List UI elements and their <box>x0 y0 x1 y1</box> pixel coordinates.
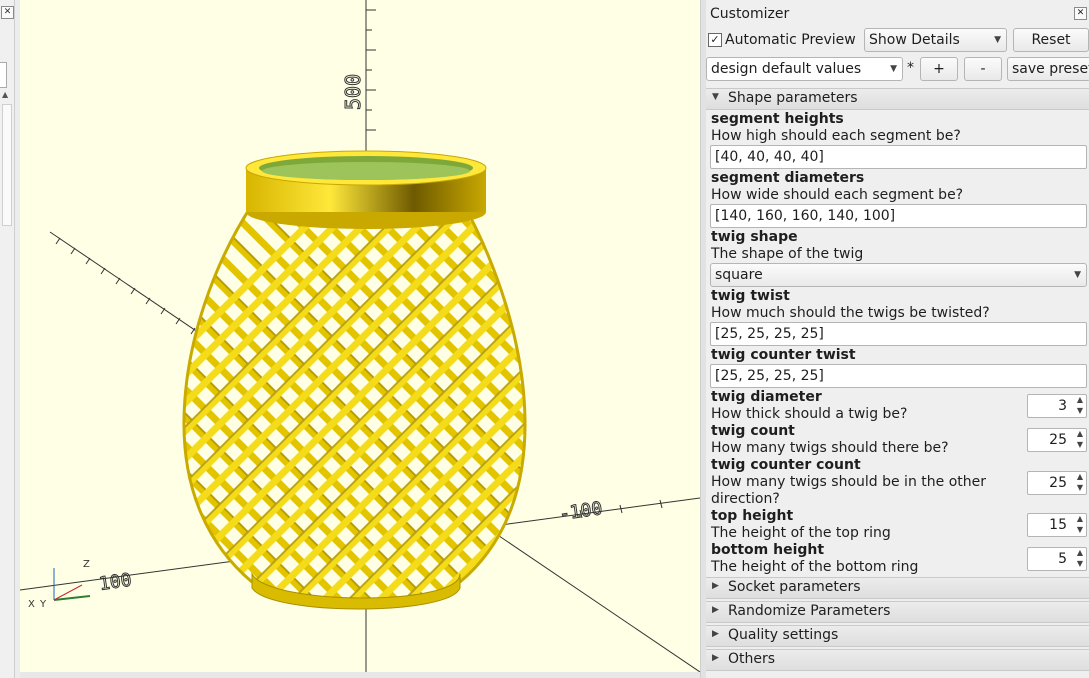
param-description: The shape of the twig <box>711 246 864 262</box>
section-label: Randomize Parameters <box>728 603 891 619</box>
chevron-down-icon: ▼ <box>890 64 897 74</box>
show-details-select[interactable]: Show Details ▼ <box>864 28 1007 52</box>
segment-diameters-input[interactable]: [140, 160, 160, 140, 100] <box>710 204 1087 228</box>
param-description: How high should each segment be? <box>711 128 961 144</box>
spinbox-value: 25 <box>1049 432 1067 448</box>
param-name: twig diameter <box>711 389 822 405</box>
param-name: bottom height <box>711 542 825 558</box>
spinbox-value: 5 <box>1058 551 1067 567</box>
gizmo-y-label: Y <box>39 599 47 610</box>
show-details-value: Show Details <box>869 32 960 48</box>
x-axis-value-label: 100 <box>98 570 133 595</box>
spinbox-value: 3 <box>1058 398 1067 414</box>
param-description: How wide should each segment be? <box>711 187 964 203</box>
twig-twist-input[interactable]: [25, 25, 25, 25] <box>710 322 1087 346</box>
scroll-up-icon[interactable]: ▲ <box>2 90 8 99</box>
spin-up-icon[interactable]: ▲ <box>1077 548 1083 557</box>
top-ring <box>245 150 487 229</box>
collapsed-triangle-icon: ▶ <box>712 653 719 663</box>
scrollbar-thumb[interactable] <box>2 104 12 226</box>
chevron-down-icon: ▼ <box>994 35 1001 45</box>
param-description: How much should the twigs be twisted? <box>711 305 990 321</box>
vase-render: 500 -100 100 Z X Y <box>20 0 700 672</box>
section-others[interactable]: ▶ Others <box>706 649 1089 671</box>
section-randomize-parameters[interactable]: ▶ Randomize Parameters <box>706 601 1089 623</box>
param-name: twig count <box>711 423 795 439</box>
left-dock-strip: ✕ ▲ <box>0 0 15 678</box>
preset-modified-marker: * <box>907 60 914 76</box>
collapsed-triangle-icon: ▶ <box>712 605 719 615</box>
section-shape-parameters[interactable]: ▼ Shape parameters <box>706 88 1089 110</box>
z-axis-value-label: 500 <box>341 74 365 110</box>
preset-select[interactable]: design default values ▼ <box>706 57 903 81</box>
expanded-triangle-icon: ▼ <box>712 92 719 102</box>
spin-down-icon[interactable]: ▼ <box>1077 559 1083 568</box>
spin-up-icon[interactable]: ▲ <box>1077 429 1083 438</box>
automatic-preview-label: Automatic Preview <box>725 32 856 48</box>
twig-shape-select[interactable]: square ▼ <box>710 263 1087 287</box>
section-quality-settings[interactable]: ▶ Quality settings <box>706 625 1089 647</box>
gizmo-z-label: Z <box>83 559 90 570</box>
add-preset-button[interactable]: + <box>920 57 958 81</box>
param-name: twig counter count <box>711 457 861 473</box>
param-name: segment diameters <box>711 170 865 186</box>
3d-viewport[interactable]: 500 -100 100 Z X Y <box>20 0 700 672</box>
spinbox-value: 25 <box>1049 475 1067 491</box>
param-description: How many twigs should be in the other di… <box>711 474 986 507</box>
viewport-status-strip <box>20 672 700 678</box>
y-axis-value-label: -100 <box>558 498 604 525</box>
spin-up-icon[interactable]: ▲ <box>1077 395 1083 404</box>
twig-counter-twist-input[interactable]: [25, 25, 25, 25] <box>710 364 1087 388</box>
param-description: The height of the top ring <box>711 525 891 541</box>
panel-title: Customizer <box>710 6 790 22</box>
chevron-down-icon: ▼ <box>1074 270 1081 280</box>
editor-tab-handle[interactable] <box>0 62 7 88</box>
param-name: twig shape <box>711 229 798 245</box>
segment-heights-input[interactable]: [40, 40, 40, 40] <box>710 145 1087 169</box>
preset-value: design default values <box>711 61 862 77</box>
param-description: The height of the bottom ring <box>711 559 919 575</box>
reset-button[interactable]: Reset <box>1013 28 1089 52</box>
spin-down-icon[interactable]: ▼ <box>1077 440 1083 449</box>
twig-shape-value: square <box>715 267 763 283</box>
param-name: top height <box>711 508 794 524</box>
automatic-preview-checkbox[interactable]: ✓ <box>708 33 722 47</box>
section-label: Others <box>728 651 776 667</box>
section-label: Quality settings <box>728 627 839 643</box>
spin-down-icon[interactable]: ▼ <box>1077 406 1083 415</box>
customizer-panel: Customizer ✕ ✓ Automatic Preview Show De… <box>706 0 1089 678</box>
section-label: Socket parameters <box>728 579 861 595</box>
collapsed-triangle-icon: ▶ <box>712 629 719 639</box>
spin-down-icon[interactable]: ▼ <box>1077 483 1083 492</box>
spin-up-icon[interactable]: ▲ <box>1077 514 1083 523</box>
panel-close-icon[interactable]: ✕ <box>1074 7 1087 20</box>
param-name: segment heights <box>711 111 844 127</box>
param-name: twig counter twist <box>711 347 856 363</box>
close-icon[interactable]: ✕ <box>1 6 14 19</box>
bottom-height-spinbox[interactable]: 5 ▲ ▼ <box>1027 547 1087 571</box>
spinbox-value: 15 <box>1049 517 1067 533</box>
section-label: Shape parameters <box>728 90 858 106</box>
twig-diameter-spinbox[interactable]: 3 ▲ ▼ <box>1027 394 1087 418</box>
param-description: How many twigs should there be? <box>711 440 949 456</box>
collapsed-triangle-icon: ▶ <box>712 581 719 591</box>
spin-down-icon[interactable]: ▼ <box>1077 525 1083 534</box>
section-socket-parameters[interactable]: ▶ Socket parameters <box>706 577 1089 599</box>
gizmo-x-label: X <box>28 599 35 610</box>
spin-up-icon[interactable]: ▲ <box>1077 472 1083 481</box>
lattice-body <box>183 205 526 600</box>
param-description: How thick should a twig be? <box>711 406 908 422</box>
twig-count-spinbox[interactable]: 25 ▲ ▼ <box>1027 428 1087 452</box>
twig-counter-count-spinbox[interactable]: 25 ▲ ▼ <box>1027 471 1087 495</box>
top-height-spinbox[interactable]: 15 ▲ ▼ <box>1027 513 1087 537</box>
remove-preset-button[interactable]: - <box>964 57 1002 81</box>
save-preset-button[interactable]: save preset <box>1007 57 1089 81</box>
param-name: twig twist <box>711 288 790 304</box>
